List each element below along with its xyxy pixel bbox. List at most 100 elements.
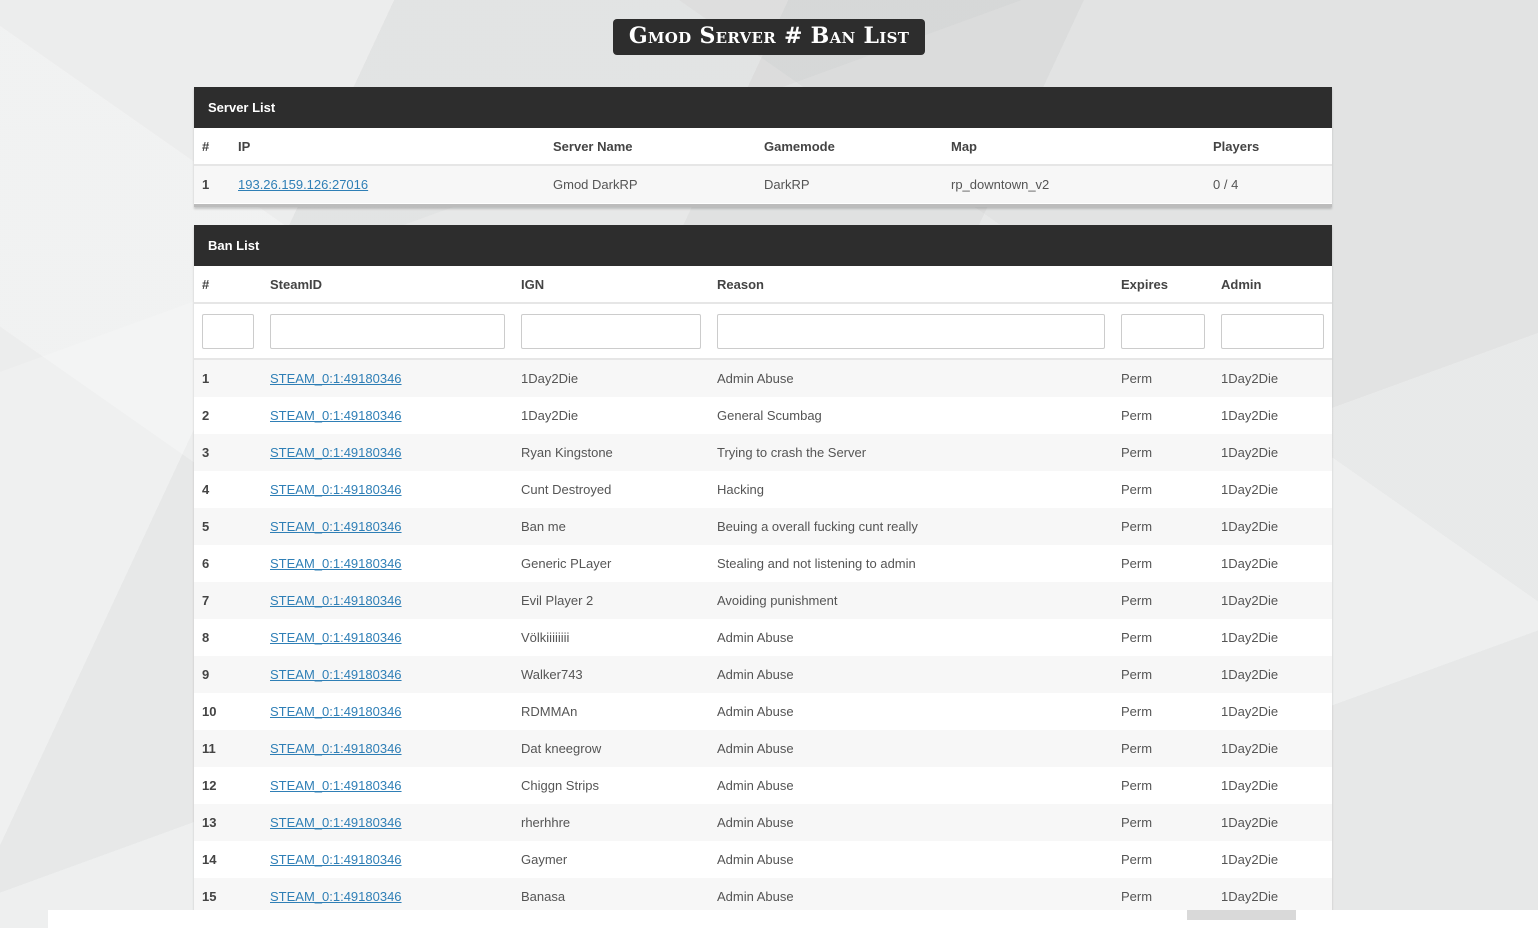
filter-expires-input[interactable] [1121,313,1205,349]
steamid-link[interactable]: STEAM_0:1:49180346 [270,556,402,571]
steamid-cell: STEAM_0:1:49180346 [262,471,513,508]
expires-cell: Perm [1113,656,1213,693]
ban-row-num: 2 [202,408,210,423]
ign-cell: Ban me [513,508,709,545]
ban-row: 11 STEAM_0:1:49180346 Dat kneegrow Admin Ab… [194,730,1332,767]
admin-cell: 1Day2Die [1221,852,1279,867]
server-ip-link[interactable]: 193.26.159.126:27016 [238,177,368,192]
expires-cell: Perm [1113,582,1213,619]
steamid-link[interactable]: STEAM_0:1:49180346 [270,593,402,608]
reason-cell: Admin Abuse [709,878,1113,910]
reason-cell: Admin Abuse [709,804,1113,841]
ban-row: 14 STEAM_0:1:49180346 Gaymer Admin Abuse Per… [194,841,1332,878]
expires-cell: Perm [1121,556,1153,571]
reason-cell: Admin Abuse [717,704,794,719]
steamid-link[interactable]: STEAM_0:1:49180346 [270,778,402,793]
column-header-admin[interactable]: Admin [1213,266,1332,304]
admin-cell: 1Day2Die [1221,630,1279,645]
steamid-link[interactable]: STEAM_0:1:49180346 [270,371,402,386]
reason-cell: Admin Abuse [717,778,794,793]
horizontal-scrollbar[interactable] [48,910,1538,928]
steamid-link[interactable]: STEAM_0:1:49180346 [270,445,402,460]
filter-cell [1213,303,1332,360]
ign-cell: Ryan Kingstone [513,434,709,471]
steamid-link[interactable]: STEAM_0:1:49180346 [270,889,402,904]
steamid-link[interactable]: STEAM_0:1:49180346 [270,482,402,497]
ban-list-panel: Ban List # SteamID IGN Reason Expires Ad… [194,225,1332,910]
admin-cell: 1Day2Die [1213,730,1332,767]
scrollbar-thumb[interactable] [1187,910,1296,920]
ign-cell: 1Day2Die [513,359,709,397]
reason-cell: Trying to crash the Server [709,434,1113,471]
server-map-cell: rp_downtown_v2 [943,165,1205,203]
server-gamemode-cell: DarkRP [756,165,943,203]
reason-cell: Admin Abuse [709,656,1113,693]
column-header-num[interactable]: # [194,128,230,166]
steamid-cell: STEAM_0:1:49180346 [262,619,513,656]
column-header-ign[interactable]: IGN [513,266,709,304]
column-header-expires[interactable]: Expires [1113,266,1213,304]
steamid-link[interactable]: STEAM_0:1:49180346 [270,741,402,756]
steamid-cell: STEAM_0:1:49180346 [262,434,513,471]
server-row-num: 1 [194,165,230,203]
steamid-cell: STEAM_0:1:49180346 [262,804,513,841]
ban-row-num: 11 [194,730,262,767]
reason-cell: Beuing a overall fucking cunt really [709,508,1113,545]
column-header-reason[interactable]: Reason [709,266,1113,304]
column-header-ip[interactable]: IP [230,128,545,166]
ban-row: 2 STEAM_0:1:49180346 1Day2Die General Scumb… [194,397,1332,434]
steamid-link[interactable]: STEAM_0:1:49180346 [270,630,402,645]
ign-cell: Dat kneegrow [513,730,709,767]
server-list-panel: Server List # IP Server Name Gamemode Ma… [194,87,1332,207]
server-table: # IP Server Name Gamemode Map Players 1 … [194,128,1332,203]
reason-cell: Admin Abuse [709,730,1113,767]
admin-cell: 1Day2Die [1213,508,1332,545]
column-header-steamid[interactable]: SteamID [262,266,513,304]
filter-num-input[interactable] [202,313,254,349]
admin-cell: 1Day2Die [1213,804,1332,841]
steamid-link[interactable]: STEAM_0:1:49180346 [270,852,402,867]
admin-cell: 1Day2Die [1213,878,1332,910]
ban-row-num: 3 [194,434,262,471]
steamid-cell: STEAM_0:1:49180346 [262,656,513,693]
filter-admin-input[interactable] [1221,313,1324,349]
admin-cell: 1Day2Die [1213,656,1332,693]
column-header-players[interactable]: Players [1205,128,1332,166]
ign-cell: Chiggn Strips [521,778,600,793]
reason-cell: Admin Abuse [717,852,794,867]
filter-ign-input[interactable] [521,313,701,349]
ban-table-header: # SteamID IGN Reason Expires Admin [194,266,1332,304]
reason-cell: Stealing and not listening to admin [717,556,916,571]
filter-steamid-input[interactable] [270,313,505,349]
page-header: Gmod Server # Ban List [0,19,1538,55]
ign-cell: rherhhre [513,804,709,841]
ign-cell: Walker743 [513,656,709,693]
column-header-server-name[interactable]: Server Name [545,128,756,166]
server-ip-cell: 193.26.159.126:27016 [230,165,545,203]
admin-cell: 1Day2Die [1221,778,1279,793]
steamid-link[interactable]: STEAM_0:1:49180346 [270,815,402,830]
ign-cell: RDMMAn [521,704,578,719]
steamid-link[interactable]: STEAM_0:1:49180346 [270,408,402,423]
ban-row: 4 STEAM_0:1:49180346 Cunt Destroyed Hacking… [194,471,1332,508]
ign-cell: Banasa [513,878,709,910]
ban-row: 8 STEAM_0:1:49180346 Völkiiiiiiii Admin Abu… [194,619,1332,656]
steamid-link[interactable]: STEAM_0:1:49180346 [270,519,402,534]
admin-cell: 1Day2Die [1221,556,1279,571]
steamid-link[interactable]: STEAM_0:1:49180346 [270,667,402,682]
filter-reason-input[interactable] [717,313,1105,349]
column-header-map[interactable]: Map [943,128,1205,166]
steamid-cell: STEAM_0:1:49180346 [262,878,513,910]
ign-cell: Gaymer [521,852,568,867]
ban-row-num: 8 [202,630,210,645]
admin-cell: 1Day2Die [1221,704,1279,719]
column-header-gamemode[interactable]: Gamemode [756,128,943,166]
expires-cell: Perm [1113,359,1213,397]
expires-cell: Perm [1121,704,1153,719]
admin-cell: 1Day2Die [1221,408,1279,423]
ban-row-num: 9 [194,656,262,693]
steamid-link[interactable]: STEAM_0:1:49180346 [270,704,402,719]
ban-table: # SteamID IGN Reason Expires Admin 1 STEA… [194,266,1332,910]
ign-cell: Cunt Destroyed [521,482,612,497]
column-header-num[interactable]: # [194,266,262,304]
